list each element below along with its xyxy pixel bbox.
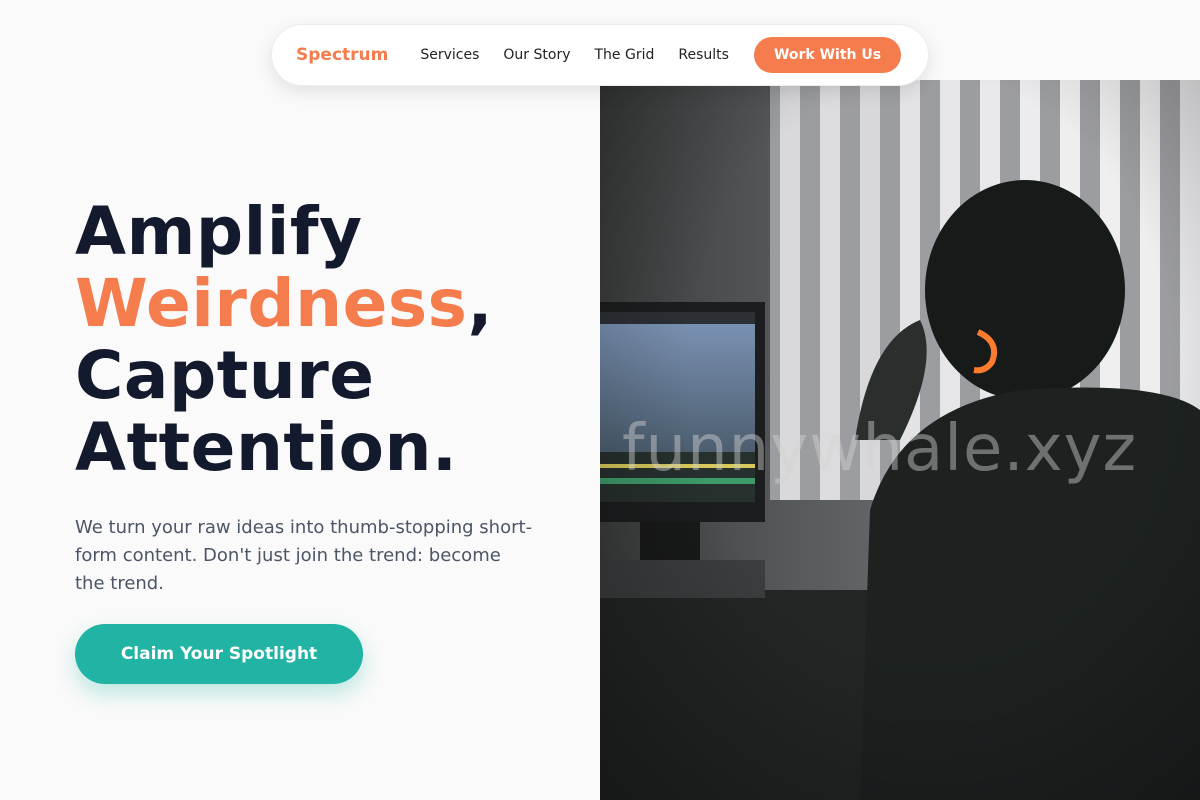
watermark-text: funnywhale.xyz xyxy=(622,412,1138,486)
hero-section: Amplify Weirdness, Capture Attention. We… xyxy=(75,196,575,598)
claim-spotlight-button[interactable]: Claim Your Spotlight xyxy=(75,624,363,684)
nav-link-the-grid[interactable]: The Grid xyxy=(595,47,655,63)
nav-link-our-story[interactable]: Our Story xyxy=(503,47,570,63)
headline-line-3: Capture xyxy=(75,337,375,414)
work-with-us-button[interactable]: Work With Us xyxy=(753,37,902,73)
hero-headline: Amplify Weirdness, Capture Attention. xyxy=(75,196,575,484)
headline-accent-punct: , xyxy=(467,265,494,342)
brand-logo[interactable]: Spectrum xyxy=(296,45,388,65)
top-nav: Spectrum Services Our Story The Grid Res… xyxy=(271,24,929,86)
headline-accent-word: Weirdness xyxy=(75,265,468,342)
nav-link-results[interactable]: Results xyxy=(678,47,729,63)
headline-line-1: Amplify xyxy=(75,193,363,270)
hero-description: We turn your raw ideas into thumb-stoppi… xyxy=(75,517,533,594)
nav-link-services[interactable]: Services xyxy=(420,47,479,63)
headline-line-4: Attention. xyxy=(75,409,458,486)
